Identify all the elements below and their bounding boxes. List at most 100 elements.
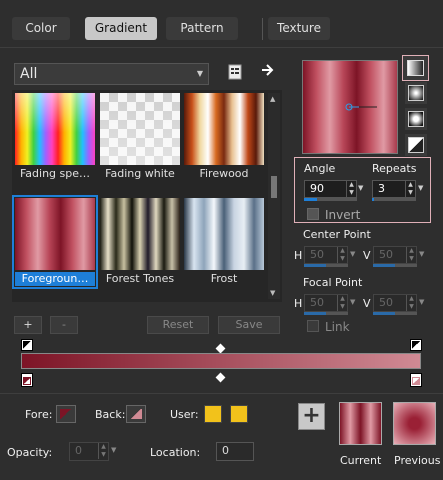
focal-v-label: V [363, 297, 371, 310]
center-v-slider[interactable] [373, 264, 417, 267]
repeats-spinner[interactable]: 3 ▲ ▼ [372, 180, 416, 198]
scroll-up-icon[interactable]: ▲ [270, 95, 275, 103]
gradient-swatch [15, 93, 95, 165]
repeats-label: Repeats [372, 162, 417, 175]
focal-v-value: 50 [379, 296, 393, 309]
add-to-swatches-button[interactable]: + [298, 403, 325, 430]
angle-spinner[interactable]: 90 ▲ ▼ [304, 180, 357, 198]
tab-bar-divider [0, 47, 443, 48]
gradient-thumb-fading-spectrum[interactable]: Fading spe… [15, 93, 95, 181]
gradient-label: Forest Tones [105, 272, 175, 285]
tab-pattern[interactable]: Pattern [166, 17, 238, 40]
tab-gradient[interactable]: Gradient [85, 17, 157, 40]
chevron-down-icon: ▼ [196, 69, 203, 78]
gradient-style-radial-button[interactable] [405, 134, 427, 156]
spinner-arrows-icon[interactable]: ▲ ▼ [406, 247, 416, 263]
tab-texture[interactable]: Texture [268, 17, 330, 40]
previous-swatch[interactable] [393, 402, 436, 445]
previous-label: Previous [394, 454, 441, 467]
gradient-editor-bar[interactable] [21, 353, 421, 369]
gradient-thumb-fading-white[interactable]: Fading white [100, 93, 180, 181]
spinner-arrows-icon[interactable]: ▲ ▼ [406, 295, 416, 311]
focal-v-dropdown-icon[interactable]: ▼ [419, 298, 424, 306]
invert-checkbox[interactable] [307, 208, 319, 220]
focal-h-value: 50 [310, 296, 324, 309]
spinner-arrows-icon[interactable]: ▲ ▼ [346, 181, 356, 197]
center-v-value: 50 [379, 248, 393, 261]
focal-v-slider[interactable] [373, 312, 417, 315]
gradient-swatch [184, 198, 264, 270]
spinner-arrows-icon[interactable]: ▲ ▼ [405, 181, 415, 197]
center-v-spinner[interactable]: 50 ▲ ▼ [373, 246, 417, 264]
resource-manager-icon[interactable] [228, 64, 242, 80]
center-h-slider[interactable] [304, 264, 348, 267]
gradient-label: Fading spe… [19, 167, 91, 180]
user-color-swatch-1[interactable] [204, 405, 222, 423]
angle-label: Angle [304, 162, 336, 175]
gallery-scrollbar[interactable]: ▲ ▼ [268, 93, 280, 299]
focal-v-spinner[interactable]: 50 ▲ ▼ [373, 294, 417, 312]
gradient-center-handle[interactable] [303, 61, 399, 155]
gradient-style-rectangular-button[interactable] [405, 82, 427, 104]
color-stop-bottom-right[interactable] [410, 373, 422, 387]
center-v-dropdown-icon[interactable]: ▼ [419, 250, 424, 258]
gradient-thumb-foreground[interactable]: Foregroun… [12, 195, 98, 289]
center-h-spinner[interactable]: 50 ▲ ▼ [304, 246, 348, 264]
center-h-label: H [294, 249, 303, 262]
location-input[interactable]: 0 [216, 442, 254, 461]
spinner-arrows-icon[interactable]: ▲ ▼ [337, 295, 347, 311]
repeats-slider[interactable] [372, 198, 416, 201]
opacity-dropdown-icon[interactable]: ▼ [111, 446, 116, 454]
invert-label: Invert [325, 208, 361, 222]
opacity-label: Opacity: [7, 446, 53, 459]
gradient-style-sunburst-button[interactable] [405, 108, 427, 130]
opacity-spinner[interactable]: 0 ▲ ▼ [69, 442, 109, 461]
remove-gradient-button[interactable]: - [50, 316, 78, 334]
midpoint-marker-bottom[interactable] [215, 372, 226, 383]
reset-button[interactable]: Reset [147, 316, 209, 334]
gradient-swatch [100, 198, 180, 270]
focal-h-spinner[interactable]: 50 ▲ ▼ [304, 294, 348, 312]
location-value: 0 [222, 444, 229, 457]
current-swatch[interactable] [339, 402, 382, 445]
tab-separator [262, 18, 263, 40]
color-stop-top-left[interactable] [21, 339, 33, 351]
repeats-dropdown-icon[interactable]: ▼ [418, 184, 423, 192]
gradient-thumb-frost[interactable]: Frost [184, 198, 264, 286]
center-v-label: V [363, 249, 371, 262]
angle-dropdown-icon[interactable]: ▼ [358, 184, 363, 192]
user-label: User: [170, 408, 199, 421]
focal-h-label: H [294, 297, 303, 310]
gradient-style-linear-button[interactable] [402, 55, 429, 81]
user-color-swatch-2[interactable] [230, 405, 248, 423]
center-h-dropdown-icon[interactable]: ▼ [350, 250, 355, 258]
midpoint-marker-top[interactable] [215, 343, 226, 354]
link-label: Link [325, 320, 350, 334]
focal-h-dropdown-icon[interactable]: ▼ [350, 298, 355, 306]
link-checkbox[interactable] [307, 320, 319, 332]
category-dropdown[interactable]: All ▼ [14, 63, 209, 85]
gradient-thumb-forest-tones[interactable]: Forest Tones [100, 198, 180, 286]
scroll-down-icon[interactable]: ▼ [270, 289, 275, 297]
spinner-arrows-icon[interactable]: ▲ ▼ [98, 443, 108, 459]
repeats-value: 3 [378, 182, 385, 195]
scrollbar-thumb[interactable] [271, 176, 277, 198]
spinner-arrows-icon[interactable]: ▲ ▼ [337, 247, 347, 263]
color-stop-top-right[interactable] [410, 339, 422, 351]
arrow-right-icon[interactable] [261, 63, 275, 77]
gradient-swatch [184, 93, 264, 165]
color-stop-bottom-left[interactable] [21, 373, 33, 387]
add-gradient-button[interactable]: + [14, 316, 42, 334]
focal-h-slider[interactable] [304, 312, 348, 315]
gradient-thumb-firewood[interactable]: Firewood [184, 93, 264, 181]
tab-color[interactable]: Color [12, 17, 70, 40]
angle-value: 90 [310, 182, 324, 195]
location-label: Location: [150, 446, 201, 459]
fore-color-swatch[interactable] [56, 405, 76, 423]
save-button[interactable]: Save [218, 316, 280, 334]
back-color-swatch[interactable] [126, 405, 146, 423]
gradient-swatch [15, 198, 95, 270]
gradient-label: Firewood [199, 167, 249, 180]
gradient-preview[interactable] [302, 60, 398, 154]
angle-slider[interactable] [304, 198, 357, 201]
